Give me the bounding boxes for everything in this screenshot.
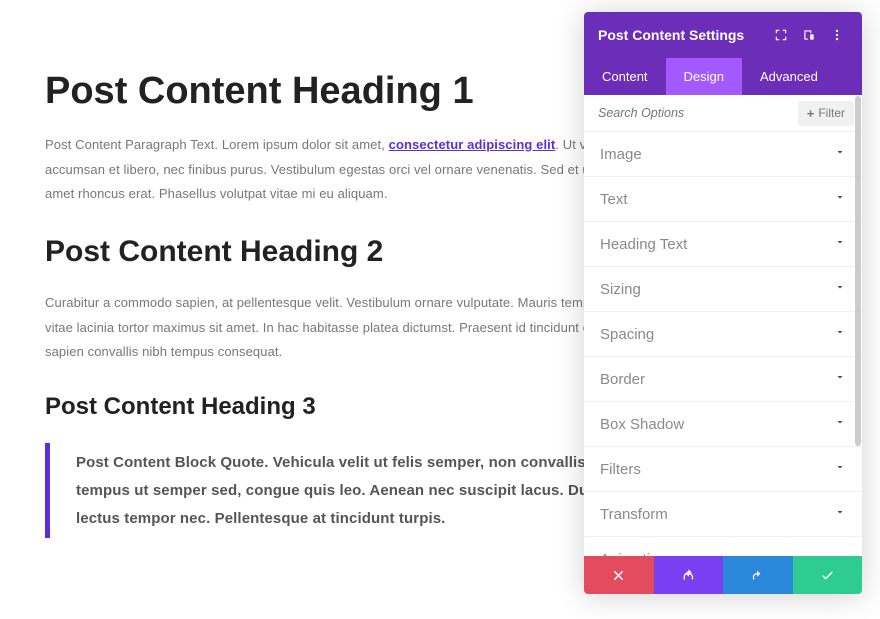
filter-label: Filter — [818, 106, 845, 120]
section-filters[interactable]: Filters — [584, 447, 862, 492]
section-animation[interactable]: Animation — [584, 537, 862, 556]
chevron-down-icon — [834, 370, 846, 388]
section-sizing[interactable]: Sizing — [584, 267, 862, 312]
section-heading-text[interactable]: Heading Text — [584, 222, 862, 267]
paragraph-1-pre: Post Content Paragraph Text. Lorem ipsum… — [45, 137, 389, 152]
chevron-down-icon — [834, 235, 846, 253]
chevron-down-icon — [834, 145, 846, 163]
section-label: Sizing — [600, 281, 641, 298]
section-label: Text — [600, 191, 628, 208]
undo-button[interactable] — [654, 556, 724, 594]
redo-icon — [750, 568, 765, 583]
section-text[interactable]: Text — [584, 177, 862, 222]
more-icon[interactable] — [826, 24, 848, 46]
search-row: + Filter — [584, 95, 862, 132]
section-label: Filters — [600, 461, 641, 478]
section-transform[interactable]: Transform — [584, 492, 862, 537]
search-input[interactable] — [584, 95, 798, 131]
section-spacing[interactable]: Spacing — [584, 312, 862, 357]
tab-advanced[interactable]: Advanced — [742, 58, 836, 95]
tab-design[interactable]: Design — [666, 58, 742, 95]
panel-header[interactable]: Post Content Settings — [584, 12, 862, 58]
undo-icon — [681, 568, 696, 583]
chevron-down-icon — [834, 325, 846, 343]
save-button[interactable] — [793, 556, 863, 594]
panel-tabs: Content Design Advanced — [584, 58, 862, 95]
close-icon — [611, 568, 626, 583]
chevron-down-icon — [834, 415, 846, 433]
check-icon — [820, 568, 835, 583]
section-label: Transform — [600, 506, 668, 523]
panel-title: Post Content Settings — [598, 27, 764, 43]
chevron-down-icon — [834, 280, 846, 298]
section-label: Spacing — [600, 326, 654, 343]
cancel-button[interactable] — [584, 556, 654, 594]
redo-button[interactable] — [723, 556, 793, 594]
responsive-icon[interactable] — [798, 24, 820, 46]
section-label: Border — [600, 371, 645, 388]
chevron-down-icon — [834, 190, 846, 208]
chevron-down-icon — [834, 460, 846, 478]
filter-button[interactable]: + Filter — [798, 101, 854, 126]
tab-content[interactable]: Content — [584, 58, 666, 95]
section-label: Image — [600, 146, 642, 163]
panel-footer — [584, 556, 862, 594]
section-image[interactable]: Image — [584, 132, 862, 177]
focus-icon[interactable] — [770, 24, 792, 46]
paragraph-1-link[interactable]: consectetur adipiscing elit — [389, 137, 556, 152]
section-label: Box Shadow — [600, 416, 684, 433]
scrollbar-thumb[interactable] — [855, 96, 861, 446]
section-border[interactable]: Border — [584, 357, 862, 402]
section-box-shadow[interactable]: Box Shadow — [584, 402, 862, 447]
panel-body: Image Text Heading Text Sizing Spacing B… — [584, 132, 862, 556]
settings-panel: Post Content Settings Content Design Adv… — [584, 12, 862, 594]
chevron-down-icon — [834, 505, 846, 523]
plus-icon: + — [807, 106, 815, 121]
scrollbar[interactable] — [855, 96, 861, 558]
section-label: Heading Text — [600, 236, 687, 253]
